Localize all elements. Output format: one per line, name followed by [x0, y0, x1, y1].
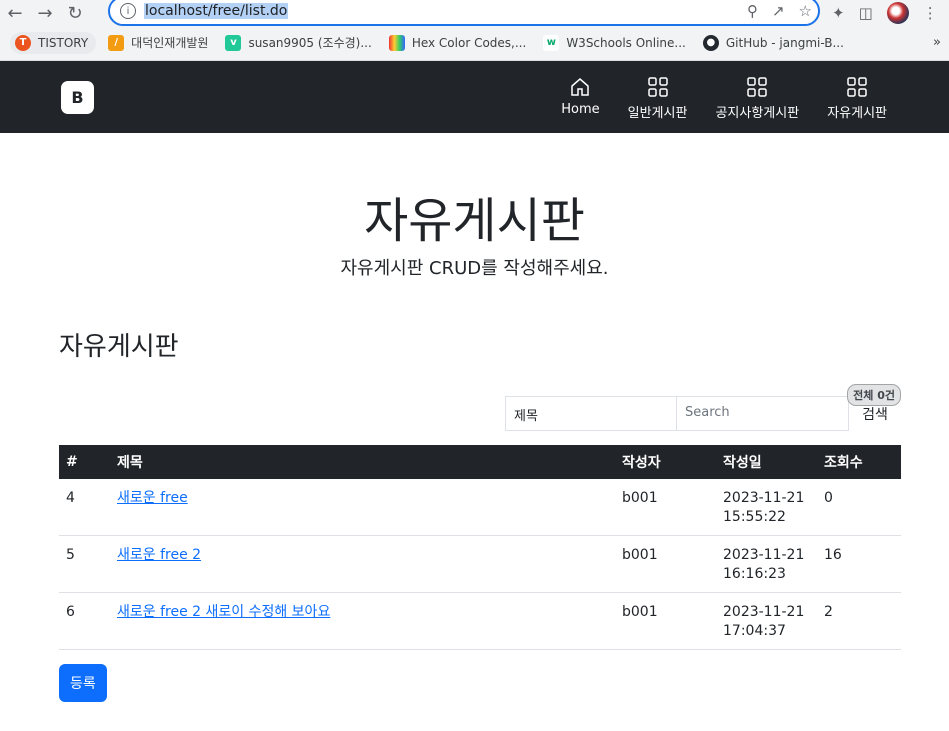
bookmark-w3schools[interactable]: w W3Schools Online...	[543, 34, 686, 51]
row-date-cell: 2023-11-21 16:16:23	[716, 535, 817, 593]
row-hits: 2	[817, 592, 901, 650]
github-icon: ●	[702, 34, 719, 51]
table-row: 5 새로운 free 2 b001 2023-11-21 16:16:23 16	[59, 535, 901, 593]
browser-chrome: ← → ↻ i localhost/free/list.do ⚲ ↗ ☆ ✦ ◫…	[0, 0, 949, 61]
row-title-cell: 새로운 free	[110, 479, 615, 536]
column-header-date: 작성일	[716, 445, 817, 479]
extensions-icon[interactable]: ✦	[832, 4, 845, 22]
bookmark-label: Hex Color Codes,...	[411, 35, 527, 50]
column-header-hits: 조회수	[817, 445, 901, 479]
back-icon[interactable]: ←	[0, 0, 30, 26]
nav-item-free-board[interactable]: 자유게시판	[827, 75, 887, 121]
ddit-icon: /	[108, 34, 125, 51]
row-writer: b001	[615, 592, 716, 650]
post-title-link[interactable]: 새로운 free 2	[117, 547, 201, 563]
row-no: 5	[59, 535, 110, 593]
share-icon[interactable]: ↗	[772, 2, 785, 20]
board-heading: 자유게시판	[59, 332, 179, 362]
grid-icon	[747, 77, 768, 97]
grid-icon	[647, 77, 668, 97]
row-date: 2023-11-21	[723, 490, 805, 506]
row-time: 15:55:22	[723, 509, 786, 525]
profile-avatar[interactable]	[886, 2, 909, 24]
row-time: 16:16:23	[723, 566, 786, 582]
row-date-cell: 2023-11-21 17:04:37	[716, 592, 817, 650]
bookmark-velog[interactable]: v susan9905 (조수경)...	[225, 34, 372, 51]
bookmark-label: susan9905 (조수경)...	[248, 36, 372, 50]
column-header-title: 제목	[110, 445, 615, 479]
row-hits: 0	[817, 479, 901, 536]
row-title-cell: 새로운 free 2 새로이 수정해 보아요	[110, 592, 615, 650]
bookmark-hex[interactable]: Hex Color Codes,...	[388, 34, 527, 51]
bookmark-label: GitHub - jangmi-B...	[725, 35, 844, 50]
column-header-writer: 작성자	[615, 445, 716, 479]
row-no: 4	[59, 479, 110, 536]
info-icon[interactable]: i	[120, 3, 136, 19]
table-row: 4 새로운 free b001 2023-11-21 15:55:22 0	[59, 479, 901, 536]
row-date: 2023-11-21	[723, 604, 805, 620]
reload-icon[interactable]: ↻	[60, 0, 90, 26]
star-icon[interactable]: ☆	[799, 2, 812, 20]
row-date: 2023-11-21	[723, 547, 805, 563]
grid-icon	[847, 77, 867, 97]
nav-item-general-board[interactable]: 일반게시판	[627, 75, 688, 121]
row-date-cell: 2023-11-21 15:55:22	[716, 479, 817, 536]
board-table: # 제목 작성자 작성일 조회수 4 새로운 free b001 2023-11…	[59, 445, 901, 650]
search-type-select[interactable]: 제목	[505, 396, 677, 431]
hero-section: 자유게시판 자유게시판 CRUD를 작성해주세요.	[0, 133, 949, 280]
bookmark-label: 대덕인재개발원	[131, 36, 209, 50]
w3schools-icon: w	[543, 34, 560, 51]
row-time: 17:04:37	[723, 623, 786, 639]
sidepanel-icon[interactable]: ◫	[859, 4, 873, 22]
forward-icon[interactable]: →	[30, 0, 60, 26]
nav-item-label: 자유게시판	[827, 106, 887, 121]
nav-item-label: 공지사항게시판	[715, 106, 800, 121]
bookmark-label: W3Schools Online...	[566, 35, 686, 50]
row-writer: b001	[615, 535, 716, 593]
column-header-no: #	[59, 445, 110, 479]
row-no: 6	[59, 592, 110, 650]
bookmarks-bar: T TISTORY / 대덕인재개발원 v susan9905 (조수경)...…	[0, 26, 949, 59]
top-navbar: B Home 일반게시판 공지사항게시판 자유게시판	[0, 61, 949, 133]
url-text[interactable]: localhost/free/list.do	[144, 3, 289, 19]
home-icon	[571, 78, 590, 96]
board-section: 자유게시판 전체 0건 제목 Search 검색 # 제목 작성자 작성일 조회…	[0, 326, 949, 702]
nav-item-notice-board[interactable]: 공지사항게시판	[715, 75, 799, 121]
nav-menu: Home 일반게시판 공지사항게시판 자유게시판	[533, 75, 887, 121]
menu-icon[interactable]: ⋮	[923, 4, 938, 22]
hex-icon	[388, 34, 405, 51]
register-button[interactable]: 등록	[59, 664, 107, 702]
browser-toolbar: ← → ↻ i localhost/free/list.do ⚲ ↗ ☆ ✦ ◫…	[0, 0, 949, 26]
tistory-icon: T	[15, 34, 31, 51]
post-title-link[interactable]: 새로운 free	[117, 490, 188, 506]
total-count-badge: 전체 0건	[847, 384, 901, 406]
bookmark-github[interactable]: ● GitHub - jangmi-B...	[702, 34, 844, 51]
nav-item-label: 일반게시판	[627, 106, 688, 121]
brand-logo[interactable]: B	[61, 81, 94, 114]
zoom-icon[interactable]: ⚲	[747, 2, 758, 20]
table-header-row: # 제목 작성자 작성일 조회수	[59, 445, 901, 479]
nav-item-home[interactable]: Home	[561, 75, 600, 121]
nav-item-label: Home	[561, 102, 600, 117]
page-subtitle: 자유게시판 CRUD를 작성해주세요.	[340, 258, 609, 279]
post-title-link[interactable]: 새로운 free 2 새로이 수정해 보아요	[117, 604, 330, 620]
search-form: 제목 Search 검색	[59, 396, 901, 431]
row-title-cell: 새로운 free 2	[110, 535, 615, 593]
bookmarks-more-button[interactable]: »	[933, 35, 941, 50]
row-hits: 16	[817, 535, 901, 593]
bookmark-tistory[interactable]: T TISTORY	[10, 31, 97, 54]
bookmark-ddit[interactable]: / 대덕인재개발원	[108, 34, 208, 51]
bookmark-label: TISTORY	[38, 35, 89, 50]
row-writer: b001	[615, 479, 716, 536]
address-bar[interactable]: i localhost/free/list.do ⚲ ↗ ☆	[108, 0, 820, 26]
table-row: 6 새로운 free 2 새로이 수정해 보아요 b001 2023-11-21…	[59, 592, 901, 650]
velog-icon: v	[225, 34, 242, 51]
page-title: 자유게시판	[364, 193, 585, 249]
search-input[interactable]: Search	[677, 396, 849, 431]
